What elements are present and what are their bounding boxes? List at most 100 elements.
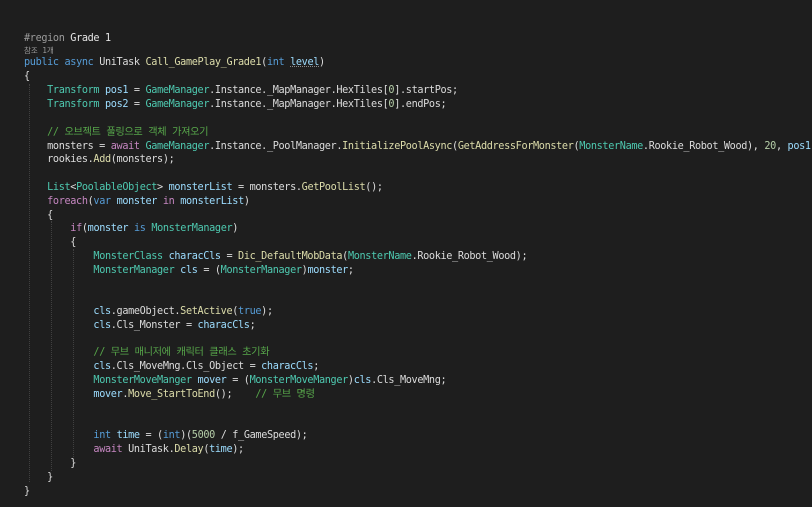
code-token: ; [313, 361, 319, 372]
code-token: int [266, 57, 285, 68]
code-token: var [93, 196, 111, 207]
code-token: await [110, 141, 140, 152]
code-line[interactable]: MonsterManager cls = (MonsterManager)mon… [24, 264, 354, 278]
code-line[interactable]: Transform pos2 = GameManager.Instance._M… [24, 98, 446, 112]
code-token: (); [365, 182, 383, 193]
code-token: cls [93, 320, 111, 331]
code-line[interactable]: foreach(var monster in monsterList) [24, 195, 250, 209]
code-token: InitializePoolAsync [342, 141, 453, 152]
code-line[interactable]: monsters = await GameManager.Instance._P… [24, 140, 812, 154]
code-token: UniTask [93, 57, 146, 68]
code-line[interactable]: if(monster is MonsterManager) [24, 222, 238, 236]
code-token: level [290, 57, 320, 68]
code-token: Dic_DefaultMobData [238, 251, 343, 262]
code-token: cls [93, 306, 111, 317]
code-token: int [162, 430, 181, 441]
code-line[interactable]: cls.Cls_MoveMng.Cls_Object = characCls; [24, 360, 319, 374]
code-token: MonsterManager [151, 223, 233, 234]
code-line[interactable]: List<PoolableObject> monsterList = monst… [24, 181, 383, 195]
code-token: { [24, 237, 77, 248]
code-token: foreach [47, 196, 88, 207]
code-token: .Instance._MapManager.HexTiles[ [209, 99, 389, 110]
code-line[interactable]: MonsterMoveManger mover = (MonsterMoveMa… [24, 374, 446, 388]
code-line[interactable]: { [24, 209, 53, 223]
code-token: MonsterMoveManger [249, 375, 349, 386]
code-token: mover [197, 375, 227, 386]
code-line[interactable]: rookies.Add(monsters); [24, 153, 175, 167]
code-line[interactable]: int time = (int)(5000 / f_GameSpeed); [24, 429, 307, 443]
code-token: cls [93, 361, 111, 372]
code-line[interactable]: public async UniTask Call_GamePlay_Grade… [24, 56, 325, 70]
code-token: .Cls_MoveMng.Cls_Object = [110, 361, 262, 372]
code-line[interactable]: } [24, 457, 76, 471]
code-token: Grade 1 [70, 33, 111, 44]
code-token: = [128, 99, 146, 110]
code-line[interactable]: } [24, 485, 30, 499]
code-line[interactable]: // 무브 매니저에 캐릭터 클래스 초기화 [24, 346, 269, 360]
code-line[interactable]: { [24, 236, 76, 250]
code-line[interactable]: { [24, 70, 30, 84]
code-line[interactable]: Transform pos1 = GameManager.Instance._M… [24, 84, 458, 98]
code-token: #region [24, 33, 71, 44]
code-token: int [93, 430, 111, 441]
code-token: } [24, 458, 77, 469]
code-line[interactable]: cls.gameObject.SetActive(true); [24, 305, 273, 319]
code-token: = [220, 251, 239, 262]
code-token: Move_StartToEnd [128, 389, 215, 400]
code-line[interactable]: mover.Move_StartToEnd(); // 무브 명령 [24, 388, 315, 402]
code-line[interactable]: MonsterClass characCls = Dic_DefaultMobD… [24, 250, 527, 264]
code-token: cls [353, 375, 372, 386]
code-token: .Instance._PoolManager. [209, 141, 343, 152]
code-token: 5000 [191, 430, 215, 441]
codelens-references[interactable]: 참조 1개 [24, 46, 54, 56]
code-token: Add [93, 154, 111, 165]
code-token: MonsterName [579, 141, 643, 152]
code-token: > [157, 182, 169, 193]
code-token: .Rookie_Robot_Wood); [411, 251, 528, 262]
code-token: { [24, 210, 53, 221]
code-token: ].startPos; [394, 85, 458, 96]
code-token: ) [243, 196, 250, 207]
code-token: pos1 [787, 141, 811, 152]
code-line[interactable]: cls.Cls_Monster = characCls; [24, 319, 255, 333]
code-token: .Rookie_Robot_Wood), [642, 141, 765, 152]
code-token: MonsterManager [220, 265, 302, 276]
code-token: , [775, 141, 788, 152]
code-token: (); [214, 389, 256, 400]
code-token: .Instance._MapManager.HexTiles[ [209, 85, 389, 96]
code-token: time [116, 430, 140, 441]
code-token: monster [87, 223, 129, 234]
code-token: UniTask. [122, 444, 175, 455]
code-line[interactable]: await UniTask.Delay(time); [24, 443, 244, 457]
code-line[interactable]: } [24, 471, 53, 485]
code-token: cls [180, 265, 198, 276]
code-line[interactable]: // 오브젝트 풀링으로 객체 가져오기 [24, 126, 208, 140]
code-token: )( [180, 430, 192, 441]
code-token: characCls [197, 320, 250, 331]
code-token: characCls [168, 251, 221, 262]
code-token: } [24, 486, 30, 497]
code-token: ) [319, 57, 325, 68]
code-token: MonsterManager [93, 265, 175, 276]
code-token: = ( [139, 430, 163, 441]
code-token: .Cls_Monster = [110, 320, 198, 331]
code-editor[interactable]: 참조 1개 #region Grade 1 public async UniTas… [0, 0, 812, 507]
code-token: // 무브 명령 [255, 389, 315, 400]
code-token: / f_GameSpeed); [214, 430, 308, 441]
code-token: ; [347, 265, 354, 276]
code-token: } [24, 472, 53, 483]
code-token: .gameObject. [110, 306, 181, 317]
code-token: GameManager [145, 141, 210, 152]
code-token: if [70, 223, 82, 234]
code-line[interactable]: #region Grade 1 [24, 32, 111, 46]
code-token: async [64, 57, 94, 68]
